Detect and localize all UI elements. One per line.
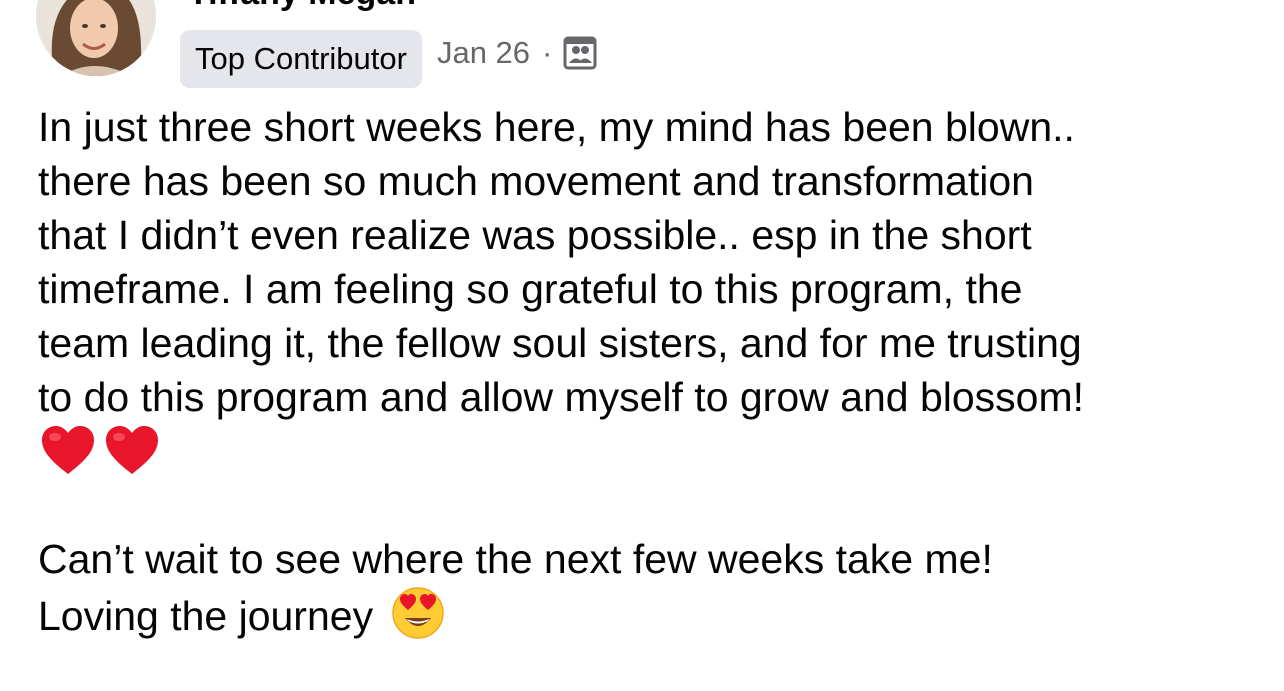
post-text-last-line: Loving the journey bbox=[38, 586, 1268, 640]
post-text-line: to do this program and allow myself to g… bbox=[38, 374, 1085, 420]
post-date[interactable]: Jan 26 bbox=[437, 35, 530, 71]
post-text-line: Can’t wait to see where the next few wee… bbox=[38, 536, 993, 582]
paragraph-break bbox=[38, 478, 1268, 532]
post-body: In just three short weeks here, my mind … bbox=[38, 100, 1268, 640]
post-text-line: team leading it, the fellow soul sisters… bbox=[38, 320, 1082, 366]
post-text-line: In just three short weeks here, my mind … bbox=[38, 104, 1075, 150]
heart-eyes-face-icon bbox=[392, 587, 444, 639]
red-heart-icon bbox=[106, 426, 158, 474]
emoji-line bbox=[38, 424, 1268, 478]
profile-photo bbox=[36, 0, 156, 76]
meta-separator: · bbox=[542, 35, 553, 70]
top-contributor-badge[interactable]: Top Contributor bbox=[180, 30, 422, 88]
post-meta: Top Contributor Jan 26 · bbox=[180, 30, 598, 88]
post-card: Tiffany Megan Top Contributor Jan 26 · I… bbox=[0, 0, 1284, 691]
red-heart-icon bbox=[42, 426, 94, 474]
avatar[interactable] bbox=[36, 0, 156, 76]
author-name[interactable]: Tiffany Megan bbox=[188, 0, 416, 13]
post-text-line: Loving the journey bbox=[38, 593, 374, 639]
post-text-line: that I didn’t even realize was possible.… bbox=[38, 212, 1032, 258]
group-members-icon bbox=[563, 36, 597, 70]
post-text-line: timeframe. I am feeling so grateful to t… bbox=[38, 266, 1023, 312]
post-text-line: there has been so much movement and tran… bbox=[38, 158, 1034, 204]
